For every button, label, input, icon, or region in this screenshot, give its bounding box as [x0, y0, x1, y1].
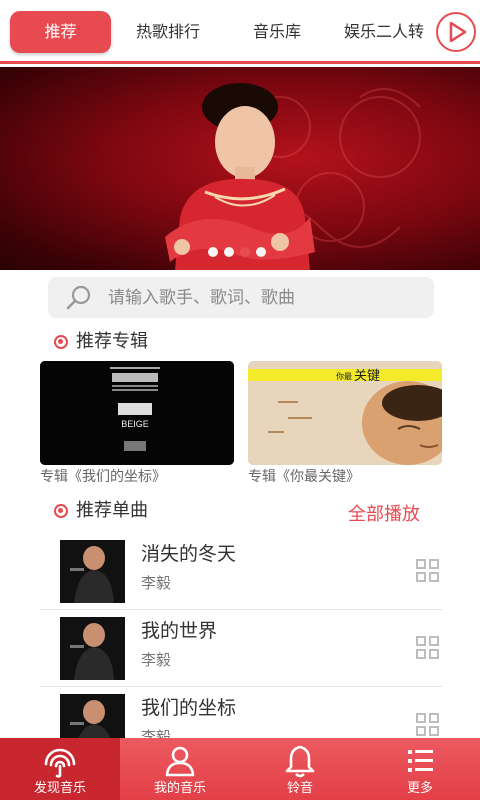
song-row[interactable]: 我的世界 李毅 [40, 610, 442, 687]
grid-menu-icon[interactable] [416, 559, 440, 583]
bell-icon [285, 745, 315, 778]
nav-more[interactable]: 更多 [360, 738, 480, 800]
play-all-button[interactable]: 全部播放 [348, 502, 420, 528]
nav-my-music[interactable]: 我的音乐 [120, 738, 240, 800]
pagination-dot[interactable] [224, 247, 234, 257]
pagination-dot[interactable] [256, 247, 266, 257]
nav-label: 发现音乐 [33, 781, 86, 796]
bullet-icon [54, 504, 68, 518]
album-caption-1[interactable]: 专辑《我们的坐标》 [40, 466, 166, 488]
nav-ringtone[interactable]: 铃音 [240, 738, 360, 800]
pagination-dot[interactable] [208, 247, 218, 257]
album-caption-2[interactable]: 专辑《你最关键》 [248, 466, 360, 488]
song-row[interactable]: 消失的冬天 李毅 [40, 533, 442, 610]
song-thumbnail [60, 540, 125, 603]
pagination-dot-active[interactable] [240, 247, 250, 257]
play-circle-icon[interactable] [436, 12, 476, 52]
section-title-songs: 推荐单曲 [76, 500, 148, 521]
album-cover-1: BEIGE [40, 361, 234, 465]
user-icon [165, 746, 195, 777]
song-thumbnail [60, 617, 125, 680]
song-title: 我们的坐标 [141, 697, 237, 719]
tab-errenzhuan[interactable]: 娱乐二人转 [338, 11, 430, 53]
banner-singer-image [165, 83, 315, 270]
nav-label: 铃音 [286, 781, 313, 796]
search-bar [48, 277, 434, 318]
nav-discover-music[interactable]: 发现音乐 [0, 738, 120, 800]
song-artist: 李毅 [141, 651, 172, 669]
nav-label: 我的音乐 [153, 781, 206, 796]
bottom-nav: 发现音乐 我的音乐 铃音 更多 [0, 738, 480, 800]
bullet-icon [54, 335, 68, 349]
song-title: 消失的冬天 [141, 543, 237, 565]
search-input[interactable] [108, 277, 418, 318]
search-icon [66, 285, 91, 310]
banner-carousel[interactable] [0, 67, 480, 270]
grid-menu-icon[interactable] [416, 713, 440, 737]
list-icon [408, 750, 433, 772]
tab-hot-chart[interactable]: 热歌排行 [126, 11, 210, 53]
album-card-1[interactable]: BEIGE [40, 361, 234, 465]
discover-icon [44, 748, 76, 778]
song-artist: 李毅 [141, 574, 172, 592]
album-cover-1-text: BEIGE [121, 419, 149, 429]
album-cover-2: 你最 关键 [248, 361, 442, 465]
tab-music-library[interactable]: 音乐库 [240, 11, 314, 53]
section-title-albums: 推荐专辑 [76, 331, 148, 352]
album-cover-2-small-text: 你最 [336, 371, 352, 381]
nav-label: 更多 [406, 781, 433, 796]
song-title: 我的世界 [141, 620, 218, 642]
tab-recommend[interactable]: 推荐 [10, 11, 111, 53]
album-cover-2-big-text: 关键 [354, 369, 380, 384]
top-tab-bar: 推荐 热歌排行 音乐库 娱乐二人转 [0, 0, 480, 64]
album-card-2[interactable]: 你最 关键 [248, 361, 442, 465]
grid-menu-icon[interactable] [416, 636, 440, 660]
